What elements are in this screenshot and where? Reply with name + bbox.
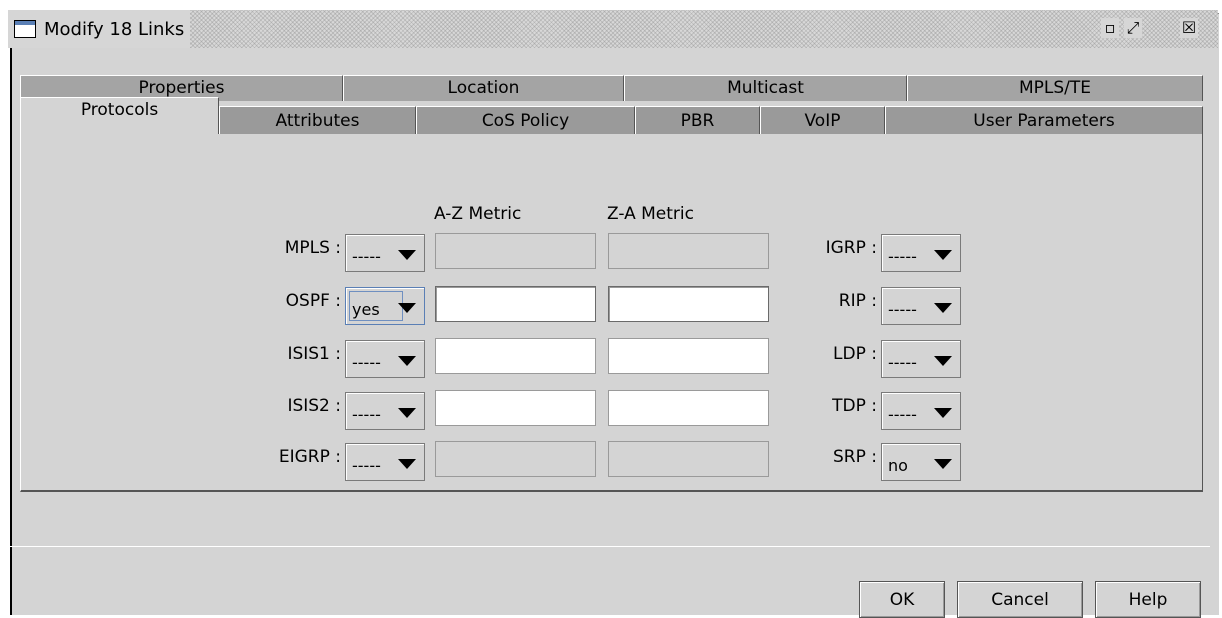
isis2-label: ISIS2 : [287,396,341,416]
rip-label: RIP : [838,291,877,311]
tab-protocols[interactable]: Protocols [20,97,219,134]
az-metric-header: A-Z Metric [434,204,522,224]
igrp-label: IGRP : [825,238,877,258]
restore-icon[interactable]: ▫ [1101,18,1119,38]
eigrp-combo[interactable]: ----- [345,443,425,481]
tdp-combo-value: ----- [888,405,917,424]
tab-user-parameters[interactable]: User Parameters [885,106,1203,134]
isis1-az-metric-field[interactable] [435,338,596,374]
tab-location[interactable]: Location [343,75,624,101]
title-bar[interactable]: Modify 18 Links ▫ ⤢ ☒ [8,10,1218,48]
title-block: Modify 18 Links [8,10,191,48]
help-button[interactable]: Help [1095,581,1201,618]
button-bar-separator [10,546,1210,547]
tab-row-front: Protocols Attributes CoS Policy PBR VoIP… [20,97,1203,134]
chevron-down-icon [934,459,952,469]
chevron-down-icon [398,459,416,469]
chevron-down-icon [934,356,952,366]
chevron-down-icon [398,303,416,313]
isis1-label: ISIS1 : [287,344,341,364]
ospf-label: OSPF : [285,291,341,311]
mpls-combo[interactable]: ----- [345,234,425,272]
srp-combo[interactable]: no [881,443,961,481]
srp-combo-value: no [888,456,908,475]
ospf-combo-value: yes [352,300,380,319]
window-title: Modify 18 Links [44,18,185,40]
mpls-label: MPLS : [284,238,341,258]
isis2-az-metric-field[interactable] [435,390,596,426]
tab-cos-policy[interactable]: CoS Policy [416,106,635,134]
ldp-label: LDP : [833,344,877,364]
tab-voip[interactable]: VoIP [760,106,885,134]
eigrp-label: EIGRP : [278,447,341,467]
cancel-button[interactable]: Cancel [957,581,1083,618]
isis1-combo-value: ----- [352,353,381,372]
tab-attributes[interactable]: Attributes [219,106,416,134]
igrp-combo-value: ----- [888,247,917,266]
maximize-icon[interactable]: ⤢ [1124,18,1142,38]
mpls-combo-value: ----- [352,247,381,266]
isis2-combo-value: ----- [352,405,381,424]
isis1-za-metric-field[interactable] [608,338,769,374]
eigrp-az-metric-field [435,441,596,477]
za-metric-header: Z-A Metric [607,204,694,224]
eigrp-combo-value: ----- [352,456,381,475]
ok-button[interactable]: OK [859,581,945,618]
ldp-combo-value: ----- [888,353,917,372]
ldp-combo[interactable]: ----- [881,340,961,378]
chevron-down-icon [934,408,952,418]
tdp-label: TDP : [832,396,877,416]
chevron-down-icon [934,250,952,260]
chevron-down-icon [398,356,416,366]
window-icon [14,20,36,38]
rip-combo[interactable]: ----- [881,287,961,325]
isis2-za-metric-field[interactable] [608,390,769,426]
isis1-combo[interactable]: ----- [345,340,425,378]
mpls-za-metric-field [608,233,769,269]
igrp-combo[interactable]: ----- [881,234,961,272]
ospf-combo[interactable]: yes [345,287,425,325]
tab-mpls-te[interactable]: MPLS/TE [907,75,1203,101]
eigrp-za-metric-field [608,441,769,477]
ospf-az-metric-field[interactable] [435,286,596,322]
chevron-down-icon [934,303,952,313]
tab-pbr[interactable]: PBR [635,106,760,134]
chevron-down-icon [398,250,416,260]
ospf-za-metric-field[interactable] [608,286,769,322]
srp-label: SRP : [833,447,877,467]
chevron-down-icon [398,408,416,418]
isis2-combo[interactable]: ----- [345,392,425,430]
tab-multicast[interactable]: Multicast [624,75,907,101]
protocols-panel: A-Z Metric Z-A Metric MPLS : ----- OSPF … [20,134,1203,492]
close-icon[interactable]: ☒ [1180,18,1198,38]
rip-combo-value: ----- [888,300,917,319]
mpls-az-metric-field [435,233,596,269]
tdp-combo[interactable]: ----- [881,392,961,430]
